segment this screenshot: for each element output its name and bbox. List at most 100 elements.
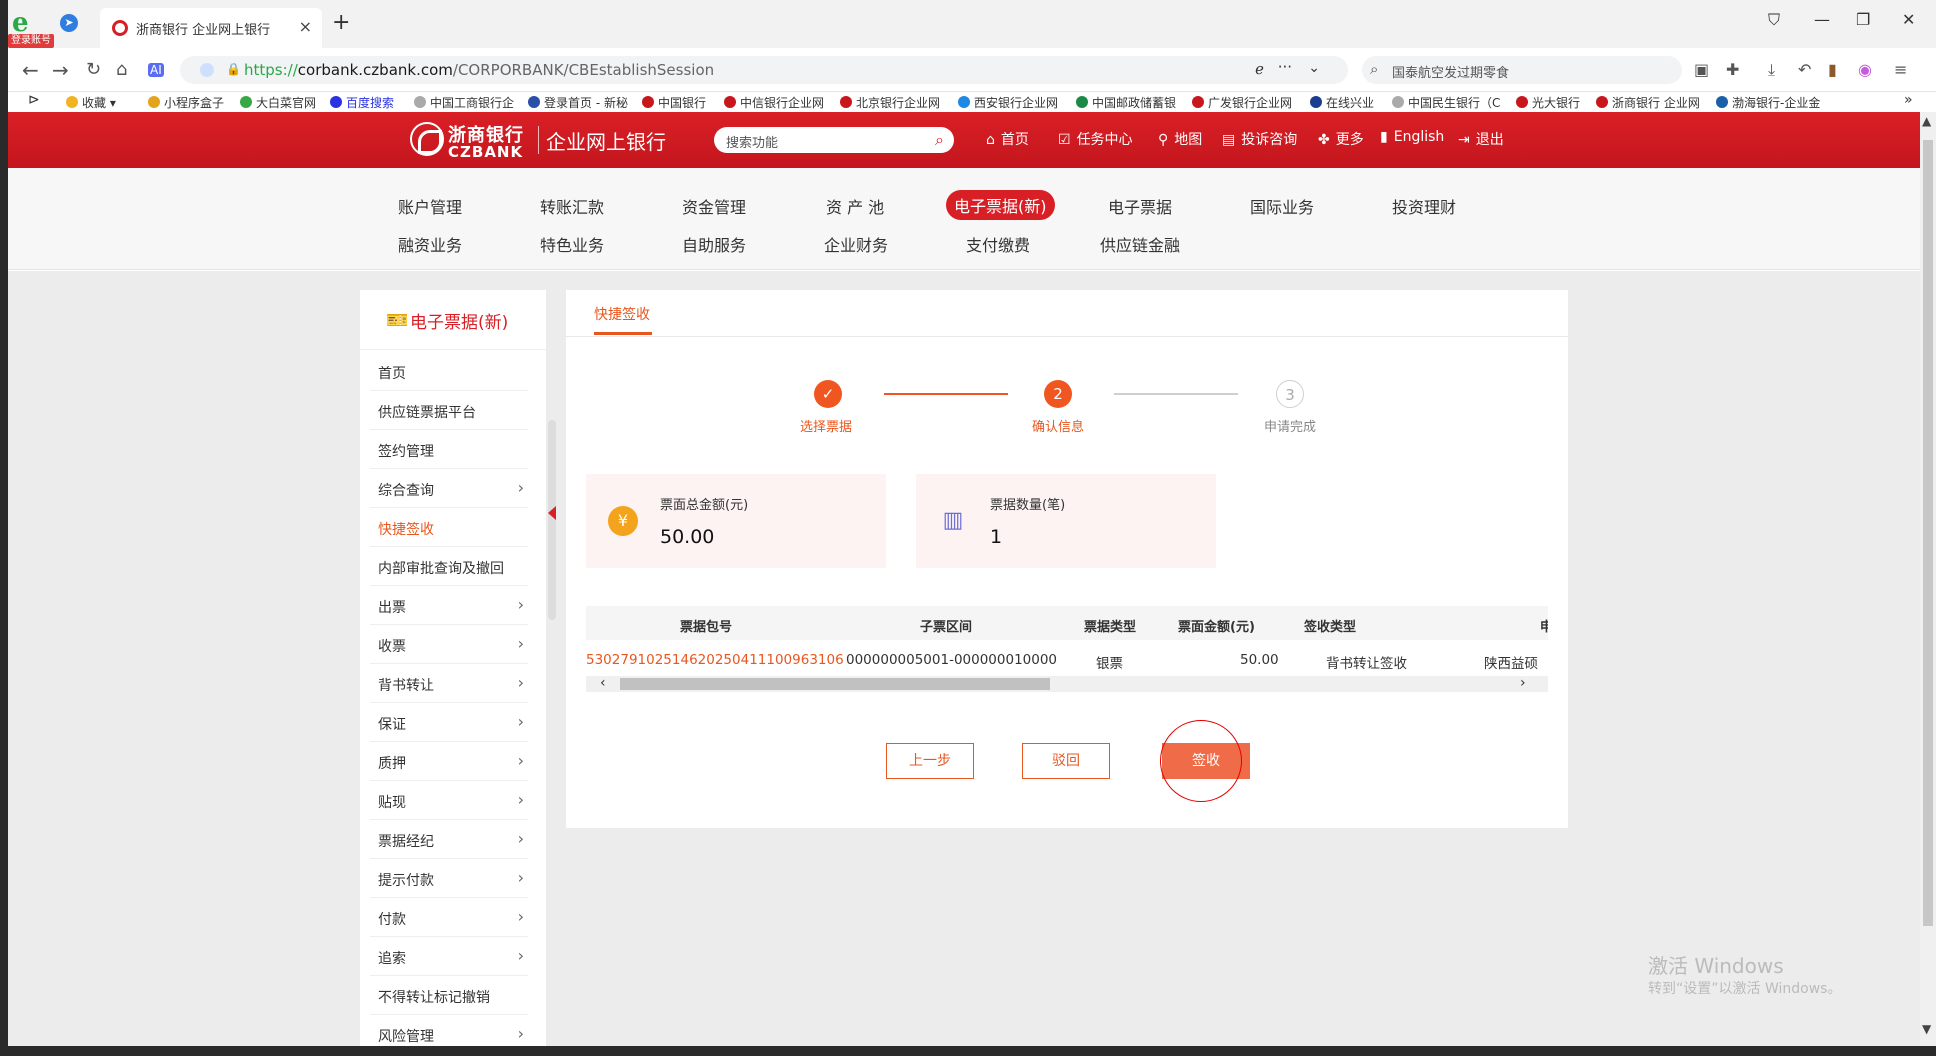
more-bookmarks-icon[interactable]: » xyxy=(1904,92,1913,108)
bookmark-4[interactable]: 中国工商银行企 xyxy=(414,94,514,111)
sidebar-item[interactable]: 出票 › xyxy=(370,586,528,625)
sidebar-item[interactable]: 收票 › xyxy=(370,625,528,664)
tab-quick-sign[interactable]: 快捷签收 xyxy=(594,304,650,324)
forward-icon[interactable]: → xyxy=(52,58,69,82)
new-tab-button[interactable]: + xyxy=(332,10,350,35)
sidebar-item[interactable]: 提示付款 › xyxy=(370,859,528,898)
undo-icon[interactable]: ↶ xyxy=(1798,60,1811,79)
bookmark-8[interactable]: 北京银行企业网 xyxy=(840,94,940,111)
home-icon[interactable]: ⌂ xyxy=(116,59,127,80)
url-field[interactable]: 🔒 https://corbank.czbank.com/CORPORBANK/… xyxy=(180,56,1348,84)
menu-international[interactable]: 国际业务 xyxy=(1250,194,1314,218)
scroll-down-icon[interactable]: ▼ xyxy=(1922,1022,1931,1036)
sidebar-item[interactable]: 内部审批查询及撤回 xyxy=(370,547,528,586)
sidebar-item[interactable]: 首页 xyxy=(370,352,528,391)
skin-icon[interactable]: ⛉ xyxy=(1768,10,1780,30)
sidebar-item[interactable]: 保证 › xyxy=(370,703,528,742)
bookmark-13[interactable]: 中国民生银行（C xyxy=(1392,94,1500,111)
nav-task-center[interactable]: ☑ 任务中心 xyxy=(1058,129,1133,149)
menu-e-bill-new[interactable]: 电子票据(新) xyxy=(946,190,1055,220)
sidebar-item[interactable]: 供应链票据平台 xyxy=(370,391,528,430)
bookmark-14[interactable]: 光大银行 xyxy=(1516,94,1580,111)
nav-more[interactable]: ✤ 更多 xyxy=(1318,129,1364,149)
menu-transfer[interactable]: 转账汇款 xyxy=(540,194,604,218)
menu-icon[interactable]: ≡ xyxy=(1894,60,1907,79)
menu-e-bill[interactable]: 电子票据 xyxy=(1108,194,1172,218)
sidebar-item[interactable]: 快捷签收 xyxy=(370,508,528,547)
extensions-icon[interactable]: ✚ xyxy=(1726,60,1739,79)
bookmark-5[interactable]: 登录首页 - 新秘 xyxy=(528,94,628,111)
menu-payment[interactable]: 支付缴费 xyxy=(966,232,1030,256)
sidebar-item[interactable]: 质押 › xyxy=(370,742,528,781)
bookmark-15[interactable]: 浙商银行 企业网 xyxy=(1596,94,1700,111)
browser-tab[interactable]: 浙商银行 企业网上银行 × xyxy=(100,8,322,48)
collections-icon[interactable]: ▣ xyxy=(1694,60,1709,79)
menu-account[interactable]: 账户管理 xyxy=(398,194,462,218)
nav-home[interactable]: ⌂ 首页 xyxy=(986,129,1029,149)
minimize-icon[interactable]: — xyxy=(1814,10,1830,29)
site-info-icon[interactable] xyxy=(200,63,214,77)
sidebar-item[interactable]: 票据经纪 › xyxy=(370,820,528,859)
sidebar-item[interactable]: 贴现 › xyxy=(370,781,528,820)
menu-self-service[interactable]: 自助服务 xyxy=(682,232,746,256)
bookmark-12[interactable]: 在线兴业 xyxy=(1310,94,1374,111)
ie-mode-icon[interactable]: ℯ xyxy=(1255,60,1264,78)
bookmark-7[interactable]: 中信银行企业网 xyxy=(724,94,824,111)
menu-funds[interactable]: 资金管理 xyxy=(682,194,746,218)
sidebar-scrollbar[interactable] xyxy=(548,420,556,620)
close-window-icon[interactable]: ✕ xyxy=(1902,10,1915,29)
download-icon[interactable]: ⤓ xyxy=(1768,60,1775,80)
menu-investment[interactable]: 投资理财 xyxy=(1392,194,1456,218)
bookmark-6[interactable]: 中国银行 xyxy=(642,94,706,111)
bookmark-0[interactable]: 收藏 ▾ xyxy=(66,94,116,111)
reload-icon[interactable]: ↻ xyxy=(86,59,101,80)
page-scroll-thumb[interactable] xyxy=(1923,140,1933,926)
bookmark-10[interactable]: 中国邮政储蓄银 xyxy=(1076,94,1176,111)
sidebar-item[interactable]: 综合查询 › xyxy=(370,469,528,508)
restore-icon[interactable]: ❐ xyxy=(1856,10,1870,29)
scroll-thumb[interactable] xyxy=(620,678,1050,690)
sidebar-item[interactable]: 追索 › xyxy=(370,937,528,976)
bookmark-2[interactable]: 大白菜官网 xyxy=(240,94,316,111)
back-icon[interactable]: ← xyxy=(22,58,39,82)
chevron-down-icon[interactable]: ⌄ xyxy=(1308,60,1320,76)
function-search-input[interactable]: 搜索功能 ⌕ xyxy=(714,127,954,153)
scroll-up-icon[interactable]: ▲ xyxy=(1922,114,1931,128)
sidebar-item[interactable]: 不得转让标记撤销 xyxy=(370,976,528,1015)
nav-english[interactable]: ▮ English xyxy=(1380,129,1444,145)
menu-asset-pool[interactable]: 资 产 池 xyxy=(826,194,884,218)
browser-search-input[interactable]: ⌕ 国泰航空发过期零食 xyxy=(1362,56,1682,84)
bookmark-16[interactable]: 渤海银行-企业金 xyxy=(1716,94,1820,111)
bookmark-11[interactable]: 广发银行企业网 xyxy=(1192,94,1292,111)
cell-package-no[interactable]: 530279102514620250411100963106 xyxy=(586,652,844,668)
page-scrollbar[interactable]: ▲ ▼ xyxy=(1920,112,1936,1056)
bookmark-9[interactable]: 西安银行企业网 xyxy=(958,94,1058,111)
scroll-right-icon[interactable]: › xyxy=(1520,675,1526,691)
menu-special[interactable]: 特色业务 xyxy=(540,232,604,256)
sidebar-item[interactable]: 背书转让 › xyxy=(370,664,528,703)
sidebar-toggle-icon[interactable]: ⊳ xyxy=(28,92,40,108)
browser-logo-icon[interactable]: e xyxy=(12,10,42,36)
search-icon[interactable]: ⌕ xyxy=(935,130,944,150)
nav-complaint[interactable]: ▤ 投诉咨询 xyxy=(1222,129,1297,149)
reject-button[interactable]: 驳回 xyxy=(1022,743,1110,779)
menu-supply-chain[interactable]: 供应链金融 xyxy=(1100,232,1180,256)
scroll-left-icon[interactable]: ‹ xyxy=(600,675,606,691)
menu-corp-finance[interactable]: 企业财务 xyxy=(824,232,888,256)
bookmark-3[interactable]: 百度搜索 xyxy=(330,94,394,111)
toolbox-icon[interactable]: ▮ xyxy=(1828,60,1837,79)
login-badge[interactable]: 登录账号 xyxy=(8,34,54,48)
ai-icon[interactable]: AI xyxy=(148,63,164,77)
table-horizontal-scrollbar[interactable]: ‹ › xyxy=(586,675,1548,692)
sidebar-item[interactable]: 签约管理 xyxy=(370,430,528,469)
menu-financing[interactable]: 融资业务 xyxy=(398,232,462,256)
pinned-tab-icon[interactable]: ➤ xyxy=(60,14,78,32)
tab-close-icon[interactable]: × xyxy=(299,17,312,36)
color-icon[interactable]: ◉ xyxy=(1858,60,1872,79)
nav-logout[interactable]: ⇥ 退出 xyxy=(1458,129,1504,149)
nav-map[interactable]: ⚲ 地图 xyxy=(1158,129,1202,149)
prev-step-button[interactable]: 上一步 xyxy=(886,743,974,779)
more-dots-icon[interactable]: ··· xyxy=(1278,58,1292,76)
bookmark-1[interactable]: 小程序盒子 xyxy=(148,94,224,111)
sidebar-item[interactable]: 付款 › xyxy=(370,898,528,937)
